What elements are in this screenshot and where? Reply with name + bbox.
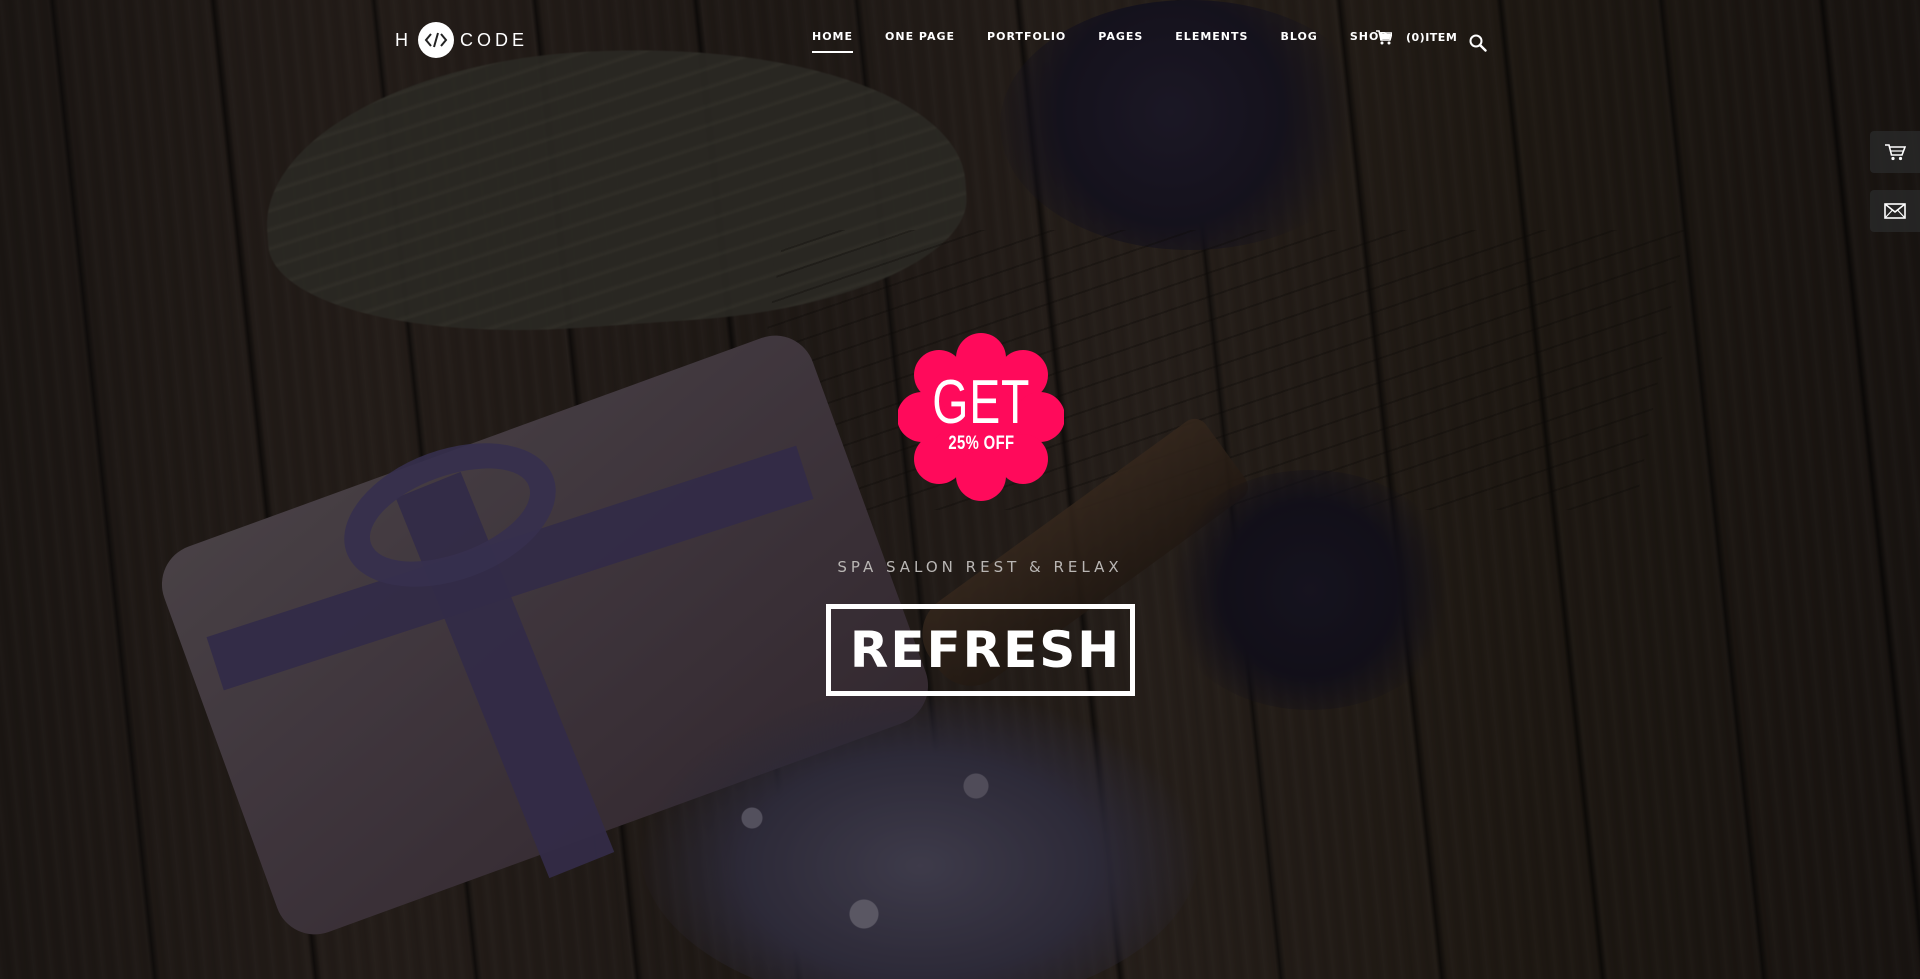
discount-badge: GET 25% OFF bbox=[897, 332, 1065, 502]
nav-item-one-page[interactable]: ONE PAGE bbox=[885, 30, 955, 53]
side-mail-button[interactable] bbox=[1870, 190, 1920, 232]
cart-icon bbox=[1885, 144, 1906, 161]
nav-item-home[interactable]: HOME bbox=[812, 30, 854, 53]
search-icon[interactable] bbox=[1469, 34, 1487, 52]
logo-letter-left: H bbox=[395, 29, 412, 50]
logo-text: CODE bbox=[460, 29, 529, 50]
main-navigation: HOME ONE PAGE PORTFOLIO PAGES ELEMENTS B… bbox=[812, 30, 1420, 53]
nav-item-pages[interactable]: PAGES bbox=[1098, 30, 1143, 53]
nav-item-portfolio[interactable]: PORTFOLIO bbox=[987, 30, 1066, 53]
cart-count-label: (0)ITEM bbox=[1406, 31, 1458, 44]
site-logo[interactable]: H CODE bbox=[395, 22, 528, 58]
hero-tagline: SPA SALON REST & RELAX bbox=[837, 558, 1123, 576]
badge-discount: 25% OFF bbox=[947, 433, 1015, 454]
refresh-button-label: REFRESH bbox=[849, 621, 1122, 679]
cart-icon bbox=[1376, 30, 1392, 45]
nav-item-blog[interactable]: BLOG bbox=[1280, 30, 1317, 53]
badge-headline: GET bbox=[932, 368, 1030, 437]
side-cart-button[interactable] bbox=[1870, 131, 1920, 173]
refresh-button[interactable]: REFRESH bbox=[826, 604, 1135, 696]
mail-icon bbox=[1884, 203, 1906, 219]
cart-button[interactable]: (0)ITEM bbox=[1376, 30, 1457, 45]
nav-item-elements[interactable]: ELEMENTS bbox=[1175, 30, 1248, 53]
code-brackets-icon bbox=[418, 22, 454, 58]
